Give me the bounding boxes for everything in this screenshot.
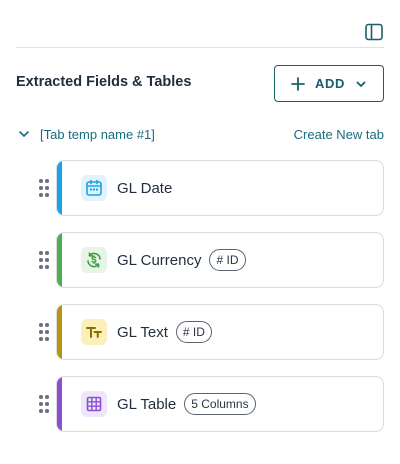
tab-name[interactable]: [Tab temp name #1]	[40, 127, 155, 142]
field-item-gl-currency: GL Currency # ID	[38, 232, 384, 288]
field-item-gl-text: GL Text # ID	[38, 304, 384, 360]
top-bar	[16, 0, 384, 48]
field-item-gl-date: GL Date	[38, 160, 384, 216]
id-badge: # ID	[175, 321, 212, 343]
field-label: GL Date	[117, 179, 173, 197]
field-card[interactable]: GL Date	[56, 160, 384, 216]
field-label: GL Table	[117, 395, 177, 413]
field-label: GL Text	[117, 323, 168, 341]
drag-handle-icon[interactable]	[38, 179, 50, 197]
text-icon	[81, 319, 107, 345]
drag-handle-icon[interactable]	[38, 251, 50, 269]
tab-header: [Tab temp name #1] Create New tab	[16, 124, 384, 144]
create-new-tab-link[interactable]: Create New tab	[294, 127, 384, 142]
section-title: Extracted Fields & Tables	[16, 74, 192, 90]
field-item-gl-table: GL Table 5 Columns	[38, 376, 384, 432]
currency-icon	[81, 247, 107, 273]
add-button[interactable]: ADD	[274, 65, 384, 102]
plus-icon	[291, 76, 305, 91]
field-label: GL Currency	[117, 251, 202, 269]
accent-stripe	[57, 233, 62, 287]
drag-handle-icon[interactable]	[38, 323, 50, 341]
accent-stripe	[57, 377, 62, 431]
field-card[interactable]: GL Table 5 Columns	[56, 376, 384, 432]
add-button-label: ADD	[315, 76, 345, 91]
field-card[interactable]: GL Text # ID	[56, 304, 384, 360]
chevron-down-icon	[356, 81, 366, 87]
tab-collapse-chevron-icon[interactable]	[16, 126, 32, 142]
table-icon	[81, 391, 107, 417]
accent-stripe	[57, 161, 62, 215]
calendar-icon	[81, 175, 107, 201]
panel-toggle-icon[interactable]	[364, 22, 384, 42]
accent-stripe	[57, 305, 62, 359]
drag-handle-icon[interactable]	[38, 395, 50, 413]
columns-badge: 5 Columns	[184, 393, 256, 415]
id-badge: # ID	[209, 249, 246, 271]
field-card[interactable]: GL Currency # ID	[56, 232, 384, 288]
